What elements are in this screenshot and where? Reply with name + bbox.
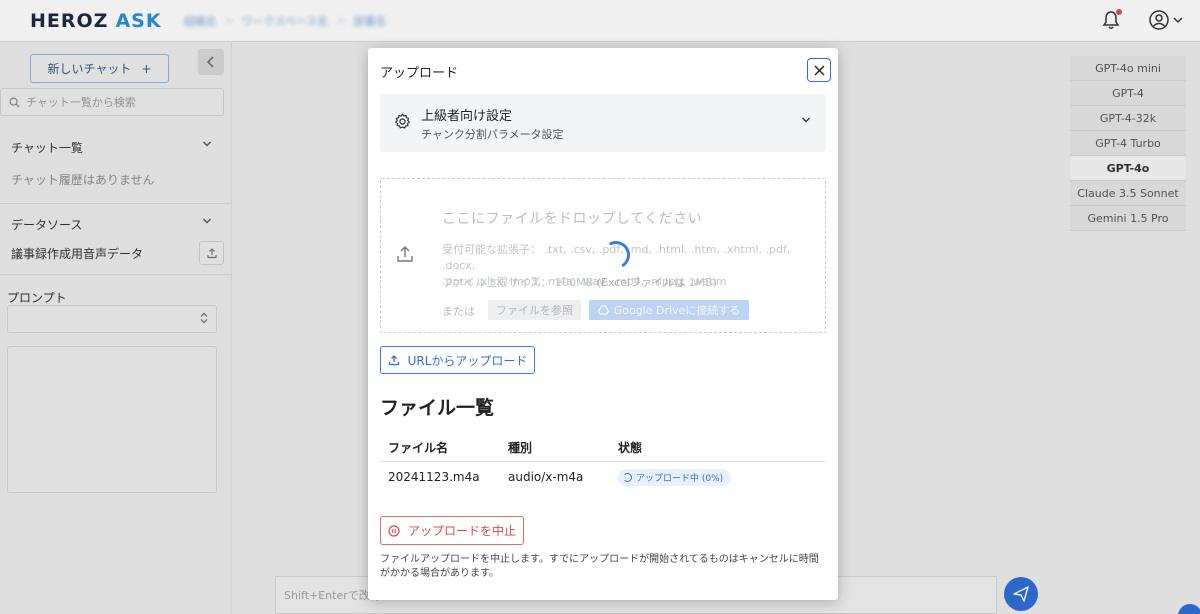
advanced-settings-title: 上級者向け設定 xyxy=(421,109,513,124)
size-excel-value: 1MB) xyxy=(688,276,717,289)
size-label: ファイル上限サイズ： xyxy=(442,276,552,289)
column-header-status: 状態 xyxy=(618,441,643,455)
dropzone-title: ここにファイルをドロップしてください xyxy=(442,211,703,227)
advanced-settings-subtitle: チャンク分割パラメータ設定 xyxy=(421,128,564,141)
url-upload-button[interactable]: URLからアップロード xyxy=(380,346,535,374)
file-status-cell: アップロード中 (0%) xyxy=(618,468,826,486)
gear-icon xyxy=(394,113,411,133)
cancel-upload-button[interactable]: アップロードを中止 xyxy=(380,516,524,545)
table-header: ファイル名 種別 状態 xyxy=(380,434,826,462)
status-badge: アップロード中 (0%) xyxy=(618,468,732,486)
close-icon xyxy=(813,64,825,76)
upload-icon xyxy=(395,244,415,267)
google-drive-button[interactable]: Google Driveに接続する xyxy=(589,300,749,320)
url-upload-label: URLからアップロード xyxy=(407,353,528,368)
advanced-settings-accordion[interactable]: 上級者向け設定 チャンク分割パラメータ設定 xyxy=(380,94,826,152)
file-dropzone[interactable]: ここにファイルをドロップしてください 受付可能な拡張子： .txt, .csv,… xyxy=(380,178,826,333)
file-name: 20241123.m4a xyxy=(388,470,480,484)
google-drive-icon xyxy=(597,305,609,315)
file-type: audio/x-m4a xyxy=(508,470,584,484)
upload-modal: アップロード 上級者向け設定 チャンク分割パラメータ設定 ここにファイルをドロッ… xyxy=(368,48,838,600)
modal-title: アップロード xyxy=(380,66,459,81)
file-list-title: ファイル一覧 xyxy=(380,397,495,419)
extensions-label: 受付可能な拡張子： xyxy=(442,243,541,256)
status-text: アップロード中 (0%) xyxy=(636,473,724,484)
google-drive-label: Google Driveに接続する xyxy=(613,304,741,317)
or-label: または xyxy=(442,305,475,318)
browse-files-button[interactable]: ファイルを参照 xyxy=(488,300,581,320)
size-limit: ファイル上限サイズ： 100MB (Excelファイルは 1MB) xyxy=(442,274,717,290)
column-header-type: 種別 xyxy=(508,441,533,455)
table-row: 20241123.m4a audio/x-m4a アップロード中 (0%) xyxy=(380,462,826,492)
size-excel: (Excelファイルは xyxy=(596,276,686,289)
size-value: 100MB xyxy=(555,276,594,289)
chevron-down-icon xyxy=(801,115,811,128)
upload-icon xyxy=(388,355,399,366)
stop-icon xyxy=(388,524,400,537)
cancel-note: ファイルアップロードを中止します。すでにアップロードが開始されてるものはキャンセ… xyxy=(380,554,819,579)
cancel-upload-label: アップロードを中止 xyxy=(407,524,516,538)
column-header-filename: ファイル名 xyxy=(388,441,449,455)
close-button[interactable] xyxy=(807,58,831,82)
progress-spinner-icon xyxy=(623,472,632,482)
file-table: ファイル名 種別 状態 20241123.m4a audio/x-m4a アップ… xyxy=(380,434,826,492)
